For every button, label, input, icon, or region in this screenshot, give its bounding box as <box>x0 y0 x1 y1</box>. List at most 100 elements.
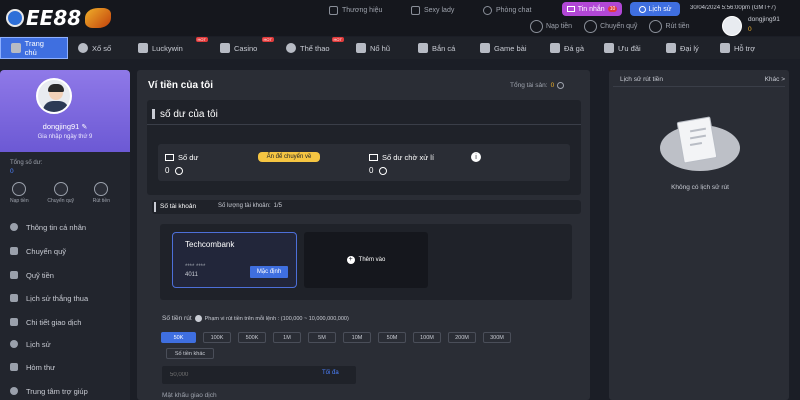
side-item-personal-info[interactable]: Thông tin cá nhân <box>10 220 128 234</box>
pending-label: Số dư chờ xử lí <box>369 153 469 162</box>
top-links: Thương hiệu Sexy lady Phòng chat <box>329 3 551 17</box>
nav-agent[interactable]: Đại lý <box>656 37 710 59</box>
nav-luckywin[interactable]: Luckywin HOT <box>128 37 210 59</box>
plus-icon: + <box>346 256 355 264</box>
withdraw-icon <box>94 182 109 196</box>
side-item-transfer[interactable]: Chuyển quỹ <box>10 244 128 258</box>
avatar[interactable] <box>36 78 72 114</box>
refresh-icon[interactable] <box>175 166 184 175</box>
transfer-icon <box>584 19 598 33</box>
fish-icon <box>418 43 428 53</box>
amount-input[interactable] <box>170 369 310 381</box>
brand-link[interactable]: Thương hiệu <box>329 3 401 17</box>
empty-history-icon <box>656 115 744 175</box>
side-item-help-center[interactable]: Trung tâm trợ giúp <box>10 384 128 398</box>
deposit-button[interactable]: Nạp tiền <box>530 19 572 33</box>
info-icon[interactable]: i <box>471 152 481 162</box>
add-account-button[interactable]: + Thêm vào <box>304 232 428 288</box>
header-avatar[interactable] <box>722 16 742 36</box>
transfer-button[interactable]: Chuyển quỹ <box>584 19 637 33</box>
casino-icon <box>220 43 230 53</box>
chat-link[interactable]: Phòng chat <box>483 3 545 17</box>
header-username: dongjing91 <box>748 16 780 23</box>
hot-badge: HOT <box>331 37 344 42</box>
dragon-icon <box>85 8 112 28</box>
edit-icon[interactable]: ✎ <box>81 124 87 131</box>
profile-deposit[interactable]: Nạp tiền <box>10 182 29 204</box>
amount-1m[interactable]: 1M <box>273 332 301 343</box>
side-item-transaction-detail[interactable]: Chi tiết giao dịch <box>10 315 128 329</box>
nav-cockfight[interactable]: Đá gà <box>540 37 594 59</box>
side-item-fund[interactable]: Quỹ tiền <box>10 268 128 282</box>
gift-icon <box>604 43 614 53</box>
amount-5m[interactable]: 5M <box>308 332 336 343</box>
tab-accounts[interactable]: Số tài khoản <box>160 203 220 210</box>
nav-cards[interactable]: Game bài <box>470 37 540 59</box>
empty-history-text: Không có lịch sử rút <box>671 184 729 191</box>
deposit-icon <box>12 182 27 196</box>
mail-icon <box>10 363 18 371</box>
amount-200m[interactable]: 200M <box>448 332 476 343</box>
inbox-badge: 10 <box>607 6 618 12</box>
wallet-actions: Nạp tiền Chuyển quỹ Rút tiền <box>530 19 720 33</box>
nav-support[interactable]: Hỗ trợ <box>710 37 766 59</box>
nav-home[interactable]: Trang chủ <box>0 37 68 59</box>
side-item-mailbox[interactable]: Hòm thư <box>10 360 128 374</box>
support-icon <box>720 43 730 53</box>
history-more-link[interactable]: Khác > <box>757 76 785 83</box>
side-item-win-loss-history[interactable]: Lịch sử thắng thua <box>10 291 128 305</box>
agent-icon <box>666 43 676 53</box>
chat-icon <box>483 5 492 15</box>
nav-promo[interactable]: Ưu đãi <box>594 37 656 59</box>
amount-10m[interactable]: 10M <box>343 332 371 343</box>
refresh-icon[interactable] <box>379 166 388 175</box>
hot-badge: HOT <box>195 37 208 42</box>
amount-100k[interactable]: 100K <box>203 332 231 343</box>
profile-username: dongjing91 ✎ <box>42 122 88 131</box>
refresh-icon[interactable] <box>557 82 565 89</box>
lottery-icon <box>78 43 88 53</box>
amount-100m[interactable]: 100M <box>413 332 441 343</box>
wallet-title: Ví tiền của tôi <box>148 80 214 91</box>
inbox-button[interactable]: Tin nhắn 10 <box>562 2 622 16</box>
cards-icon <box>480 43 490 53</box>
deposit-icon <box>530 19 543 33</box>
amount-50m[interactable]: 50M <box>378 332 406 343</box>
max-button[interactable]: Tối đa <box>322 370 352 376</box>
nav-lottery[interactable]: Xổ số <box>68 37 128 59</box>
cockfight-icon <box>550 43 560 53</box>
nav-slots[interactable]: Nổ hũ <box>346 37 408 59</box>
card-masked: **** **** <box>185 264 206 270</box>
help-icon <box>10 387 18 395</box>
datetime: 30/04/2024 5:56:00pm (GMT+7) <box>690 5 776 11</box>
logo[interactable]: EE88 <box>6 4 134 32</box>
default-badge: Mặc định <box>250 266 288 278</box>
hide-transfer-toggle[interactable]: Ẩn để chuyển về <box>258 152 320 162</box>
side-item-history[interactable]: Lịch sử <box>10 337 128 351</box>
luckywin-icon <box>138 43 148 53</box>
balance-value: 0 <box>165 166 205 175</box>
nav-fish[interactable]: Bắn cá <box>408 37 470 59</box>
slots-icon <box>356 43 366 53</box>
sports-icon <box>286 43 296 53</box>
profile-withdraw[interactable]: Rút tiền <box>93 182 110 204</box>
user-icon <box>10 223 18 231</box>
main-nav: Trang chủ Xổ số Luckywin HOT Casino HOT Th… <box>0 37 800 59</box>
amount-50k[interactable]: 50K <box>161 332 196 343</box>
nav-sports[interactable]: Thể thao HOT <box>276 37 346 59</box>
sexy-lady-link[interactable]: Sexy lady <box>411 3 473 17</box>
divider <box>147 124 581 125</box>
nav-casino[interactable]: Casino HOT <box>210 37 276 59</box>
withdraw-button[interactable]: Rút tiền <box>649 19 690 33</box>
amount-row-label: Số tiền rút Phạm vi rút tiền trên mỗi lệ… <box>162 315 349 322</box>
amount-500k[interactable]: 500K <box>238 332 266 343</box>
balance-card <box>158 144 570 181</box>
card-last4: 4011 <box>185 272 198 278</box>
info-icon <box>194 315 202 322</box>
history-button[interactable]: Lịch sử <box>630 2 680 16</box>
balance-label: Số dư <box>165 153 245 162</box>
wallet-icon <box>369 154 378 161</box>
profile-transfer[interactable]: Chuyển quỹ <box>47 182 74 204</box>
amount-300m[interactable]: 300M <box>483 332 511 343</box>
amount-other[interactable]: Số tiền khác <box>166 348 214 359</box>
